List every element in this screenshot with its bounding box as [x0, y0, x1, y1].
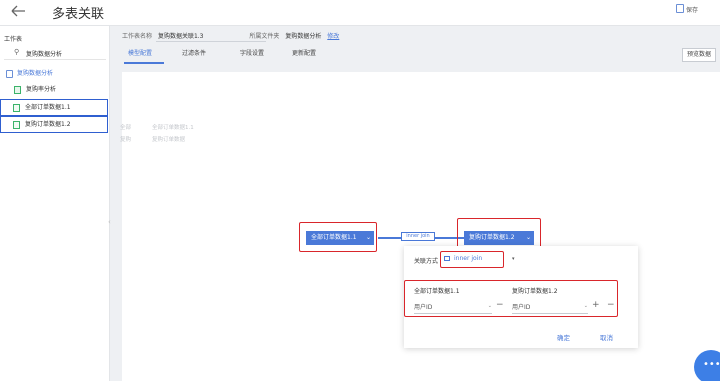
- top-bar: 多表关联 保存: [0, 0, 720, 26]
- active-tab-indicator: [124, 62, 164, 64]
- file-icon: [14, 86, 21, 94]
- sidebar-search[interactable]: ⚲ 复购数据分析: [4, 46, 106, 60]
- highlight-left-node: [299, 222, 377, 252]
- tree-table-2[interactable]: 复购订单数据1.2: [0, 116, 108, 133]
- join-type-badge[interactable]: inner join: [401, 232, 435, 241]
- folder-icon: [6, 70, 13, 78]
- tree-folder[interactable]: 复购数据分析: [4, 67, 104, 81]
- table-icon: [13, 104, 20, 112]
- confirm-button[interactable]: 确定: [557, 332, 570, 342]
- sidebar: 工作表 ⚲ 复购数据分析 复购数据分析 复购率分析 全部订单数据1.1 复购订单…: [0, 26, 110, 381]
- sheet-meta: 工作表名称 复购数据关联1.3 所属文件夹 复购数据分析 修改: [122, 33, 340, 40]
- chevron-down-icon[interactable]: ▾: [512, 256, 515, 262]
- preview-data-button[interactable]: 预览数据: [682, 48, 716, 62]
- highlight-field-mapping: [404, 280, 618, 317]
- tab-filter[interactable]: 过滤条件: [182, 48, 206, 57]
- search-input[interactable]: 复购数据分析: [26, 49, 62, 58]
- tab-fields[interactable]: 字段设置: [240, 48, 264, 57]
- sheet-name-input[interactable]: 复购数据关联1.3: [158, 33, 204, 40]
- join-type-label: 关联方式: [414, 258, 439, 265]
- chat-support-icon[interactable]: •••: [694, 350, 720, 381]
- collapse-handle-icon[interactable]: ‹: [108, 218, 111, 226]
- save-button[interactable]: 保存: [686, 5, 698, 14]
- table-icon: [13, 121, 20, 129]
- cancel-button[interactable]: 取消: [600, 332, 613, 342]
- tab-update[interactable]: 更新配置: [292, 48, 316, 57]
- back-arrow-icon[interactable]: [10, 4, 26, 18]
- page-title: 多表关联: [52, 7, 105, 22]
- save-icon[interactable]: [676, 4, 684, 13]
- highlight-join-type: [440, 251, 504, 268]
- tab-model-config[interactable]: 模型配置: [128, 48, 152, 57]
- search-icon: ⚲: [14, 48, 20, 56]
- tree-file[interactable]: 复购率分析: [12, 83, 102, 97]
- name-underline: [156, 41, 266, 42]
- edit-folder-link[interactable]: 修改: [327, 33, 339, 40]
- tree-table-1[interactable]: 全部订单数据1.1: [0, 99, 108, 116]
- sidebar-title: 工作表: [4, 36, 23, 43]
- highlight-right-node: [457, 218, 541, 248]
